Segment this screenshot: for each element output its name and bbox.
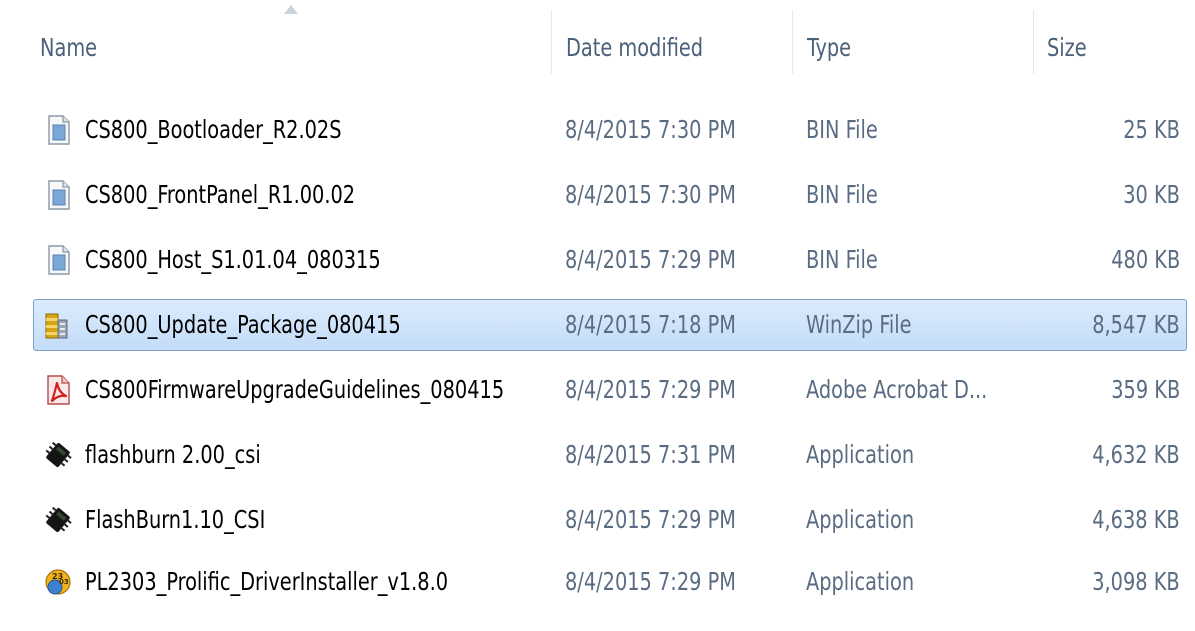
file-date-modified: 8/4/2015 7:18 PM	[565, 310, 736, 339]
file-row[interactable]: CS800FirmwareUpgradeGuidelines_080415 8/…	[33, 364, 1187, 416]
file-size: 3,098 KB	[1092, 567, 1180, 596]
column-header-size[interactable]: Size	[1047, 28, 1087, 68]
file-row[interactable]: flashburn 2.00_csi 8/4/2015 7:31 PM Appl…	[33, 429, 1187, 481]
column-divider[interactable]	[551, 10, 552, 74]
winzip-icon	[45, 313, 68, 339]
file-date-modified: 8/4/2015 7:30 PM	[565, 115, 736, 144]
file-size: 359 KB	[1110, 375, 1180, 404]
installer-icon: 23 03	[45, 569, 71, 595]
column-header-date-modified[interactable]: Date modified	[566, 28, 703, 68]
file-name: CS800_Host_S1.01.04_080315	[85, 245, 381, 274]
column-header-bar: Name Date modified Type Size	[0, 0, 1195, 82]
file-size: 4,638 KB	[1092, 505, 1180, 534]
file-type: BIN File	[806, 180, 878, 209]
chip-app-icon	[45, 441, 72, 467]
column-divider[interactable]	[792, 10, 793, 74]
file-type: Application	[806, 567, 915, 596]
file-row-selected[interactable]: CS800_Update_Package_080415 8/4/2015 7:1…	[33, 299, 1187, 351]
file-size: 25 KB	[1123, 115, 1180, 144]
file-name: PL2303_Prolific_DriverInstaller_v1.8.0	[85, 567, 449, 596]
file-type: BIN File	[806, 245, 878, 274]
file-row[interactable]: CS800_Bootloader_R2.02S 8/4/2015 7:30 PM…	[33, 104, 1187, 156]
file-date-modified: 8/4/2015 7:29 PM	[565, 505, 736, 534]
file-row[interactable]: FlashBurn1.10_CSI 8/4/2015 7:29 PM Appli…	[33, 494, 1187, 546]
file-name: CS800FirmwareUpgradeGuidelines_080415	[85, 375, 505, 404]
file-row[interactable]: CS800_Host_S1.01.04_080315 8/4/2015 7:29…	[33, 234, 1187, 286]
file-size: 4,632 KB	[1092, 440, 1180, 469]
bin-file-icon	[48, 115, 70, 145]
file-date-modified: 8/4/2015 7:31 PM	[565, 440, 736, 469]
column-header-name[interactable]: Name	[40, 28, 97, 68]
file-date-modified: 8/4/2015 7:29 PM	[565, 375, 736, 404]
file-date-modified: 8/4/2015 7:30 PM	[565, 180, 736, 209]
file-name: CS800_Update_Package_080415	[85, 310, 401, 339]
file-name: FlashBurn1.10_CSI	[85, 505, 266, 534]
bin-file-icon	[48, 180, 70, 210]
file-type: Application	[806, 440, 915, 469]
column-header-type[interactable]: Type	[807, 28, 851, 68]
bin-file-icon	[48, 245, 70, 275]
file-date-modified: 8/4/2015 7:29 PM	[565, 245, 736, 274]
pdf-icon	[47, 375, 70, 405]
file-name: flashburn 2.00_csi	[85, 440, 261, 469]
sort-ascending-icon	[284, 5, 298, 14]
file-name: CS800_Bootloader_R2.02S	[85, 115, 342, 144]
file-row[interactable]: 23 03 PL2303_Prolific_DriverInstaller_v1…	[33, 556, 1187, 608]
column-divider[interactable]	[1033, 10, 1034, 74]
file-date-modified: 8/4/2015 7:29 PM	[565, 567, 736, 596]
file-size: 30 KB	[1123, 180, 1180, 209]
file-size: 8,547 KB	[1092, 310, 1180, 339]
file-row[interactable]: CS800_FrontPanel_R1.00.02 8/4/2015 7:30 …	[33, 169, 1187, 221]
file-type: BIN File	[806, 115, 878, 144]
file-type: Application	[806, 505, 915, 534]
chip-app-icon	[45, 506, 72, 532]
file-type: WinZip File	[806, 310, 912, 339]
svg-text:03: 03	[59, 578, 69, 586]
file-name: CS800_FrontPanel_R1.00.02	[85, 180, 356, 209]
file-type: Adobe Acrobat D...	[806, 375, 988, 404]
file-size: 480 KB	[1110, 245, 1180, 274]
